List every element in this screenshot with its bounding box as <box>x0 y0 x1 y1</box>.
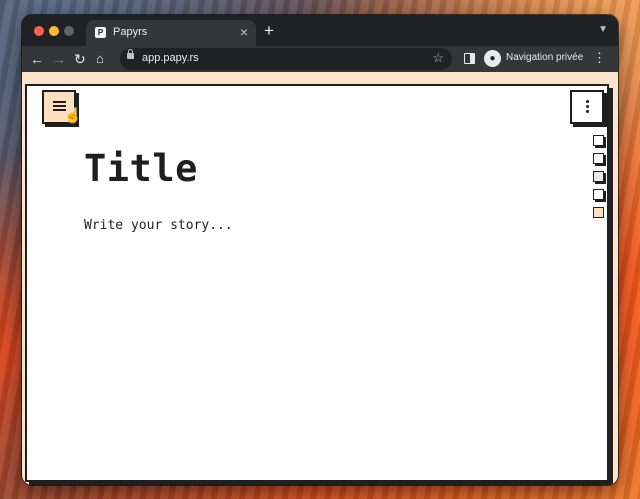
lock-icon <box>127 49 134 59</box>
outline-item[interactable] <box>593 135 604 146</box>
editor-sheet: ☝ Title Write your story... <box>25 84 609 482</box>
outline-item[interactable] <box>593 153 604 164</box>
browser-menu-icon[interactable]: ⋮ <box>593 50 606 66</box>
story-editor[interactable]: Write your story... <box>84 218 233 233</box>
new-tab-icon[interactable]: + <box>264 22 274 39</box>
bookmark-star-icon[interactable]: ☆ <box>432 50 444 66</box>
profile-label[interactable]: Navigation privée <box>506 52 583 63</box>
browser-window: P Papyrs × + ▼ ← → ↻ ⌂ app.papy.rs ☆ ● N… <box>22 15 618 485</box>
tab-search-chevron-icon[interactable]: ▼ <box>598 24 608 35</box>
tab-close-icon[interactable]: × <box>240 24 248 40</box>
page-viewport: ☝ Title Write your story... <box>22 72 618 485</box>
home-icon[interactable]: ⌂ <box>96 50 104 68</box>
outline-item[interactable] <box>593 171 604 182</box>
close-window-button[interactable] <box>34 26 44 36</box>
document-title[interactable]: Title <box>84 147 198 190</box>
url-text: app.papy.rs <box>142 52 199 64</box>
papyrs-favicon-icon: P <box>95 27 106 38</box>
forward-arrow-icon[interactable]: → <box>52 50 66 68</box>
browser-toolbar: ← → ↻ ⌂ app.papy.rs ☆ ● Navigation privé… <box>22 46 618 72</box>
back-arrow-icon[interactable]: ← <box>30 50 44 68</box>
tab-papyrs[interactable]: P Papyrs × <box>86 20 256 46</box>
reload-icon[interactable]: ↻ <box>74 50 86 68</box>
vertical-dots-icon <box>586 100 589 103</box>
title-bar: P Papyrs × + ▼ <box>22 15 618 46</box>
outline-item[interactable] <box>593 207 604 218</box>
minimize-window-button[interactable] <box>49 26 59 36</box>
incognito-icon[interactable]: ● <box>484 50 501 67</box>
menu-button[interactable]: ☝ <box>42 90 81 124</box>
outline-navigator <box>593 135 607 225</box>
outline-item[interactable] <box>593 189 604 200</box>
hand-cursor-icon: ☝ <box>64 107 82 123</box>
side-panel-icon[interactable] <box>464 53 475 64</box>
zoom-window-button[interactable] <box>64 26 74 36</box>
tab-title: Papyrs <box>113 26 148 38</box>
more-options-button[interactable] <box>570 90 604 124</box>
hamburger-icon <box>53 101 66 103</box>
address-bar[interactable]: app.papy.rs ☆ <box>120 48 452 70</box>
